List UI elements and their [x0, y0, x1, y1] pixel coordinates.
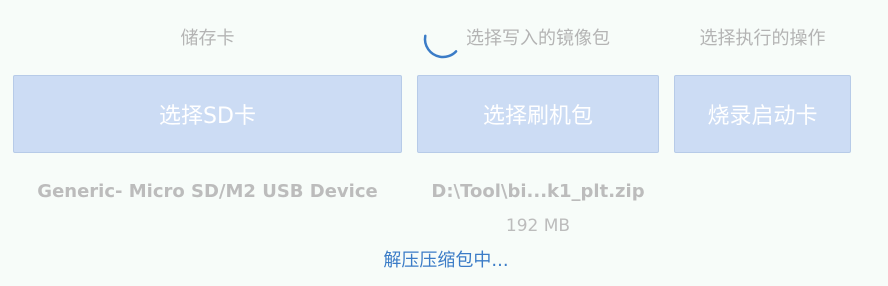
select-flash-package-button[interactable]: 选择刷机包 — [417, 75, 659, 153]
action-column: 选择执行的操作 烧录启动卡 — [674, 0, 851, 286]
status-message: 解压压缩包中... — [383, 250, 509, 271]
select-sd-card-button[interactable]: 选择SD卡 — [13, 75, 402, 153]
storage-card-title: 储存卡 — [180, 28, 235, 49]
selected-device-name: Generic- Micro SD/M2 USB Device — [37, 181, 378, 202]
action-title: 选择执行的操作 — [699, 28, 826, 49]
loading-spinner-icon — [423, 34, 462, 59]
selected-file-path: D:\Tool\bi...k1_plt.zip — [431, 181, 645, 202]
storage-card-column: 储存卡 选择SD卡 Generic- Micro SD/M2 USB Devic… — [13, 0, 402, 286]
selected-file-size: 192 MB — [505, 216, 571, 236]
burn-boot-card-button[interactable]: 烧录启动卡 — [674, 75, 851, 153]
